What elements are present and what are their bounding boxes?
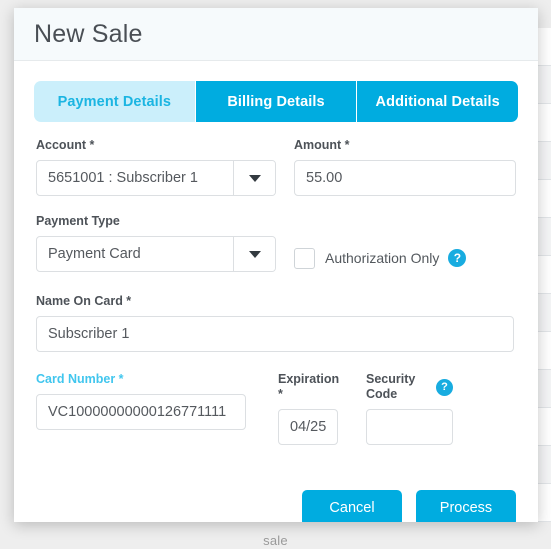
- cancel-button[interactable]: Cancel: [302, 490, 402, 522]
- security-code-label: Security Code: [366, 372, 416, 401]
- chevron-down-icon: [248, 174, 261, 182]
- page-left-gutter: [0, 0, 14, 549]
- form-row-card-details: Card Number * VC10000000000126771111 Exp…: [36, 372, 516, 445]
- tab-payment-details[interactable]: Payment Details: [34, 81, 196, 122]
- card-number-label: Card Number *: [36, 372, 124, 386]
- account-label: Account *: [36, 138, 95, 152]
- payment-details-form: Account * 5651001 : Subscriber 1 Amount …: [14, 122, 538, 445]
- form-row-name-on-card: Name On Card * Subscriber 1: [36, 294, 516, 352]
- name-on-card-label: Name On Card *: [36, 294, 132, 308]
- new-sale-modal: New Sale Payment Details Billing Details…: [14, 8, 538, 522]
- payment-type-select-value: Payment Card: [48, 246, 141, 262]
- expiration-label: Expiration *: [278, 372, 340, 401]
- amount-input[interactable]: 55.00: [294, 160, 516, 196]
- help-icon[interactable]: ?: [436, 378, 453, 396]
- page-title: New Sale: [34, 19, 143, 48]
- account-dropdown-button[interactable]: [233, 161, 275, 195]
- modal-footer: Cancel Process: [14, 475, 538, 522]
- background-footer-label: sale: [263, 533, 288, 548]
- tab-billing-details[interactable]: Billing Details: [195, 81, 358, 122]
- account-field-group: Account * 5651001 : Subscriber 1: [36, 138, 276, 196]
- security-code-field-group: Security Code ?: [366, 372, 453, 445]
- expiration-field-group: Expiration * 04/25: [278, 372, 340, 445]
- tab-additional-details-label: Additional Details: [375, 93, 500, 110]
- form-row-account-amount: Account * 5651001 : Subscriber 1 Amount …: [36, 138, 516, 196]
- security-code-input[interactable]: [366, 409, 453, 445]
- form-row-payment-type: Payment Type Payment Card Authorization …: [36, 214, 516, 276]
- account-select-value: 5651001 : Subscriber 1: [48, 170, 198, 186]
- amount-label: Amount *: [294, 138, 350, 152]
- tab-billing-details-label: Billing Details: [227, 93, 325, 110]
- expiration-input[interactable]: 04/25: [278, 409, 338, 445]
- amount-field-group: Amount * 55.00: [294, 138, 516, 196]
- help-icon[interactable]: ?: [448, 249, 467, 267]
- security-code-label-row: Security Code ?: [366, 372, 453, 402]
- name-on-card-field-group: Name On Card * Subscriber 1: [36, 294, 514, 352]
- payment-type-label: Payment Type: [36, 214, 120, 228]
- tab-additional-details[interactable]: Additional Details: [357, 81, 518, 122]
- tab-bar: Payment Details Billing Details Addition…: [34, 81, 518, 122]
- authorization-only-row: Authorization Only ?: [294, 240, 516, 276]
- chevron-down-icon: [248, 250, 261, 258]
- name-on-card-input[interactable]: Subscriber 1: [36, 316, 514, 352]
- payment-type-select[interactable]: Payment Card: [36, 236, 276, 272]
- authorization-only-checkbox[interactable]: [294, 247, 315, 269]
- process-button[interactable]: Process: [416, 490, 516, 522]
- card-number-input[interactable]: VC10000000000126771111: [36, 394, 246, 430]
- authorization-only-group: Authorization Only ?: [294, 214, 516, 276]
- card-number-field-group: Card Number * VC10000000000126771111: [36, 372, 246, 445]
- payment-type-dropdown-button[interactable]: [233, 237, 275, 271]
- payment-type-field-group: Payment Type Payment Card: [36, 214, 276, 276]
- account-select[interactable]: 5651001 : Subscriber 1: [36, 160, 276, 196]
- authorization-only-label: Authorization Only: [325, 250, 440, 266]
- modal-body: Payment Details Billing Details Addition…: [14, 81, 538, 522]
- modal-header: New Sale: [14, 8, 538, 61]
- tab-payment-details-label: Payment Details: [57, 93, 172, 110]
